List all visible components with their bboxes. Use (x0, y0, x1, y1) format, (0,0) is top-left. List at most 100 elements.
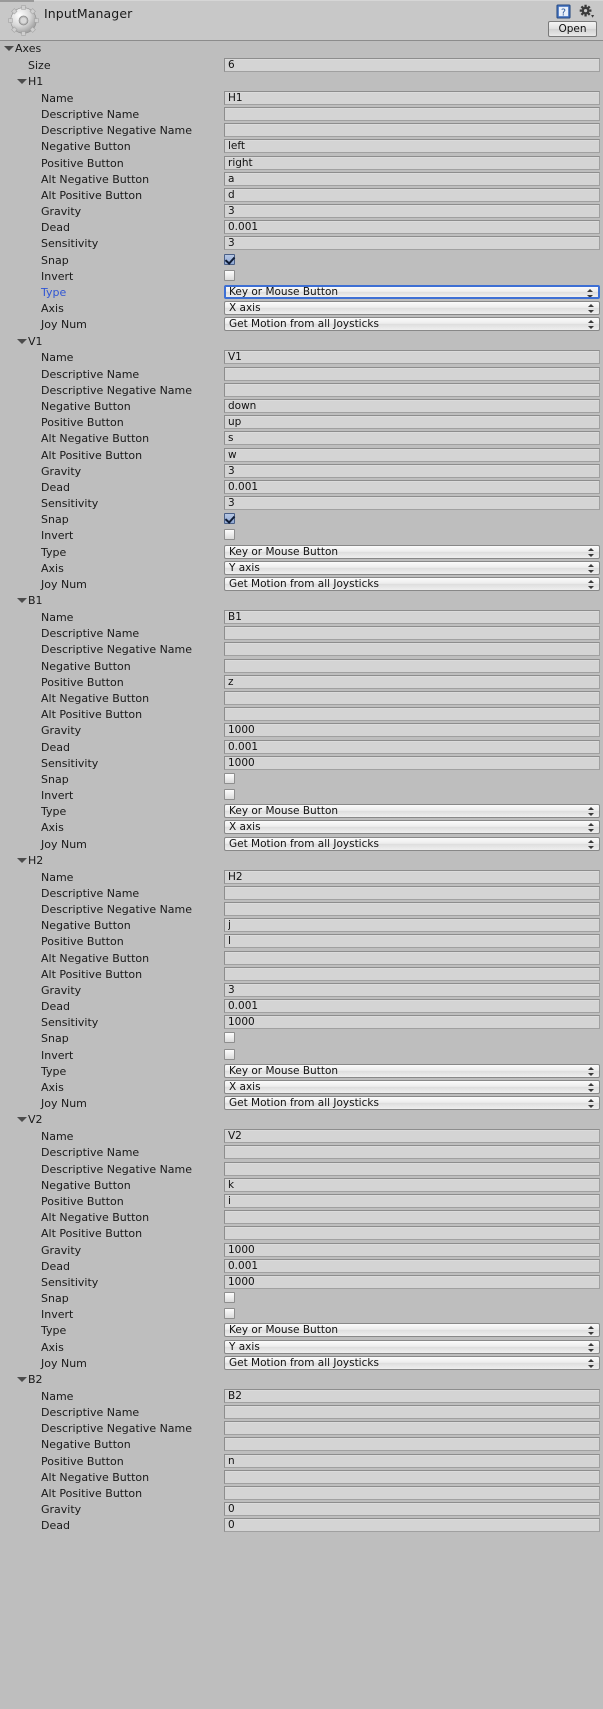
axes-size-input[interactable] (224, 57, 600, 72)
axis-h2-name-input[interactable] (224, 869, 600, 884)
axis-b2-dead-input[interactable] (224, 1518, 600, 1533)
axis-v1-positive-button-input[interactable] (224, 415, 600, 430)
axis-b2-positive-button-input[interactable] (224, 1453, 600, 1468)
axis-h2-gravity-input[interactable] (224, 982, 600, 997)
axis-v1-joy-num-dropdown[interactable]: Get Motion from all Joysticks (224, 577, 600, 592)
axis-v1-type-dropdown[interactable]: Key or Mouse Button (224, 544, 600, 559)
axis-b2-alt-positive-button-input[interactable] (224, 1485, 600, 1500)
axis-v1-invert-checkbox[interactable] (224, 529, 235, 541)
axis-b2-alt-negative-button-input[interactable] (224, 1469, 600, 1484)
axis-h2-descriptive-name-input[interactable] (224, 885, 600, 900)
axis-h2-negative-button-input[interactable] (224, 918, 600, 933)
axis-v1-descriptive-negative-name-input[interactable] (224, 382, 600, 397)
foldout-axis-h1[interactable]: H1 (0, 74, 603, 91)
axis-h2-alt-positive-button-input[interactable] (224, 966, 600, 981)
axis-h1-negative-button-input[interactable] (224, 139, 600, 154)
foldout-axis-b2[interactable]: B2 (0, 1372, 603, 1389)
axis-h1-dead-input[interactable] (224, 220, 600, 235)
axis-v2-snap-checkbox[interactable] (224, 1292, 235, 1304)
axis-v1-descriptive-name-input[interactable] (224, 366, 600, 381)
axis-v2-negative-button-input[interactable] (224, 1177, 600, 1192)
axis-b1-name-input[interactable] (224, 610, 600, 624)
axis-v1-axis-dropdown[interactable]: Y axis (224, 560, 600, 575)
axis-v1-gravity-input[interactable] (224, 463, 600, 478)
axis-h2-descriptive-negative-name-input[interactable] (224, 901, 600, 916)
axis-b1-axis: Axis X axis (0, 820, 603, 836)
axis-b1-descriptive-negative-name-input[interactable] (224, 642, 600, 657)
axis-b1-type-dropdown[interactable]: Key or Mouse Button (224, 804, 600, 819)
axis-b1-snap-checkbox[interactable] (224, 772, 235, 784)
axis-b1-descriptive-name-input[interactable] (224, 626, 600, 641)
axis-v2-axis-dropdown[interactable]: Y axis (224, 1339, 600, 1354)
axis-v2-positive-button-input[interactable] (224, 1193, 600, 1208)
row-label: Type (41, 1064, 67, 1078)
foldout-label: V2 (28, 1113, 43, 1127)
arrow-down-icon (587, 295, 593, 298)
foldout-axis-h2[interactable]: H2 (0, 853, 603, 870)
axis-b1-gravity-input[interactable] (224, 723, 600, 738)
axis-h1-sensitivity-input[interactable] (224, 236, 600, 251)
axis-h2-snap-checkbox[interactable] (224, 1032, 235, 1044)
axis-h1-name-input[interactable] (224, 90, 600, 105)
axis-h1-alt-negative-button-input[interactable] (224, 171, 600, 186)
axis-b1-sensitivity-input[interactable] (224, 755, 600, 770)
axis-b1-type: Type Key or Mouse Button (0, 804, 603, 820)
axis-h1-gravity-input[interactable] (224, 204, 600, 219)
axis-v1-name-input[interactable] (224, 350, 600, 365)
axis-v2-type-dropdown[interactable]: Key or Mouse Button (224, 1323, 600, 1338)
axis-h1-type-dropdown[interactable]: Key or Mouse Button (224, 285, 600, 300)
axis-h2-dead-input[interactable] (224, 999, 600, 1014)
axis-h1-axis-dropdown[interactable]: X axis (224, 301, 600, 316)
axis-h2-positive-button-input[interactable] (224, 934, 600, 949)
axis-b2-name-input[interactable] (224, 1388, 600, 1403)
foldout-axis-v1[interactable]: V1 (0, 334, 603, 351)
axis-v2-name-input[interactable] (224, 1129, 600, 1144)
foldout-axis-b1[interactable]: B1 (0, 593, 603, 610)
axis-v2-dead-input[interactable] (224, 1258, 600, 1273)
axis-h2-sensitivity-input[interactable] (224, 1015, 600, 1030)
axis-h2-axis-dropdown[interactable]: X axis (224, 1080, 600, 1095)
axis-v2-alt-negative-button-input[interactable] (224, 1210, 600, 1225)
axis-h1-joy-num-dropdown[interactable]: Get Motion from all Joysticks (224, 317, 600, 332)
axis-v2-descriptive-negative-name-input[interactable] (224, 1161, 600, 1176)
axis-v1-sensitivity-input[interactable] (224, 496, 600, 511)
axis-h1-descriptive-name-input[interactable] (224, 106, 600, 121)
axis-b2-negative-button-input[interactable] (224, 1437, 600, 1452)
axis-b2-gravity-input[interactable] (224, 1502, 600, 1517)
open-button[interactable]: Open (548, 21, 597, 37)
axis-h2-invert-checkbox[interactable] (224, 1048, 235, 1060)
axis-v2-invert-checkbox[interactable] (224, 1308, 235, 1320)
axis-v2-descriptive-name-input[interactable] (224, 1145, 600, 1160)
axis-h1-alt-positive-button-input[interactable] (224, 187, 600, 202)
axis-b1-axis-dropdown[interactable]: X axis (224, 820, 600, 835)
axis-h1-positive-button-input[interactable] (224, 155, 600, 170)
axis-b1-dead-input[interactable] (224, 739, 600, 754)
axis-v2-sensitivity-input[interactable] (224, 1274, 600, 1289)
axis-b1-invert-checkbox[interactable] (224, 789, 235, 801)
help-book-icon[interactable]: ? (556, 4, 571, 19)
axis-b2-descriptive-negative-name-input[interactable] (224, 1421, 600, 1436)
axis-v1-alt-negative-button-input[interactable] (224, 431, 600, 446)
gear-settings-icon[interactable] (579, 4, 595, 19)
axis-b1-alt-negative-button-input[interactable] (224, 690, 600, 705)
axis-h1-snap-checkbox[interactable] (224, 253, 235, 265)
axis-v2-alt-positive-button-input[interactable] (224, 1226, 600, 1241)
axis-v2-joy-num-dropdown[interactable]: Get Motion from all Joysticks (224, 1355, 600, 1370)
axis-v1-snap-checkbox[interactable] (224, 513, 235, 525)
foldout-axis-v2[interactable]: V2 (0, 1112, 603, 1129)
axis-b2-descriptive-name-input[interactable] (224, 1405, 600, 1420)
axis-v2-gravity-input[interactable] (224, 1242, 600, 1257)
axis-b1-negative-button-input[interactable] (224, 658, 600, 673)
axis-h1-descriptive-negative-name-input[interactable] (224, 123, 600, 138)
axis-h2-joy-num-dropdown[interactable]: Get Motion from all Joysticks (224, 1096, 600, 1111)
axis-v1-negative-button-input[interactable] (224, 398, 600, 413)
axis-v1-alt-positive-button-input[interactable] (224, 447, 600, 462)
axis-b1-positive-button-input[interactable] (224, 674, 600, 689)
axis-h2-type-dropdown[interactable]: Key or Mouse Button (224, 1063, 600, 1078)
axis-h1-invert-checkbox[interactable] (224, 269, 235, 281)
foldout-axes[interactable]: Axes (0, 41, 603, 58)
axis-v1-dead-input[interactable] (224, 479, 600, 494)
axis-b1-alt-positive-button-input[interactable] (224, 707, 600, 722)
axis-b1-joy-num-dropdown[interactable]: Get Motion from all Joysticks (224, 836, 600, 851)
axis-h2-alt-negative-button-input[interactable] (224, 950, 600, 965)
